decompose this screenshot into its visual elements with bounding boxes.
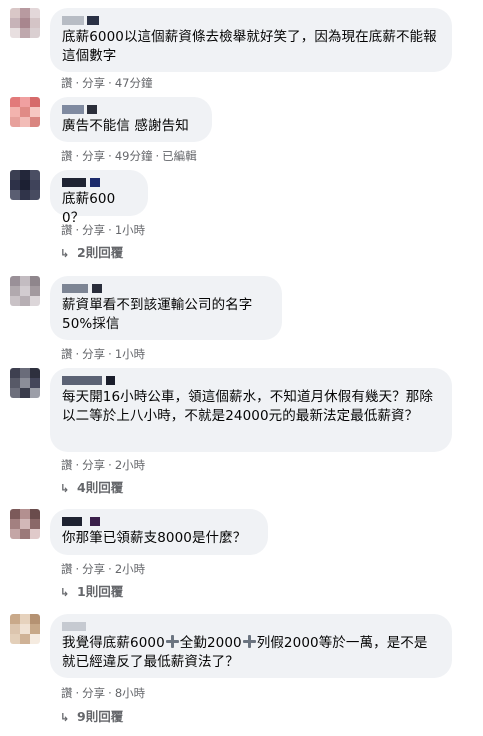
avatar[interactable] (10, 170, 40, 200)
comment-time[interactable]: 2小時 (115, 458, 145, 472)
comment-text: 你那筆已領薪支8000是什麼？ (62, 530, 247, 546)
reply-arrow-icon: ↳ (60, 711, 70, 724)
like-link[interactable]: 讚 (61, 562, 73, 576)
commenter-name[interactable] (62, 283, 270, 294)
heavy-plus-icon (242, 635, 256, 648)
comment-bubble: 你那筆已領薪支8000是什麼？ (50, 509, 268, 555)
like-link[interactable]: 讚 (61, 223, 73, 237)
comment-text: 底薪6000以這個薪資條去檢舉就好笑了，因為現在底薪不能報這個數字 (62, 29, 437, 64)
avatar[interactable] (10, 8, 40, 38)
share-link[interactable]: 分享 (82, 347, 105, 361)
comment-actions: 讚 · 分享 · 1小時 (61, 347, 146, 361)
reply-arrow-icon: ↳ (60, 482, 70, 495)
comment-bubble: 底薪6000以這個薪資條去檢舉就好笑了，因為現在底薪不能報這個數字 (50, 8, 452, 72)
comment-bubble: 每天開16小時公車，領這個薪水，不知道月休假有幾天？那除以二等於上八小時，不就是… (50, 368, 452, 452)
comment-bubble: 廣告不能信 感謝告知 (50, 97, 212, 142)
comment-bubble: 我覺得底薪6000 全勤2000 列假2000等於一萬，是不是就已經違反了最低薪資法… (50, 614, 452, 678)
comment-actions: 讚 · 分享 · 49分鐘 · 已編輯 (61, 149, 197, 163)
comment-time[interactable]: 47分鐘 (115, 76, 153, 90)
avatar[interactable] (10, 614, 40, 644)
reply-arrow-icon: ↳ (60, 247, 70, 260)
avatar[interactable] (10, 368, 40, 398)
comment-actions: 讚 · 分享 · 2小時 (61, 562, 146, 576)
edited-label[interactable]: 已編輯 (162, 149, 197, 163)
comment-time[interactable]: 1小時 (115, 223, 145, 237)
comment-bubble: 薪資單看不到該運輸公司的名字 50%採信 (50, 276, 282, 340)
comment-text: 廣告不能信 感謝告知 (62, 118, 189, 134)
like-link[interactable]: 讚 (61, 149, 73, 163)
comment-time[interactable]: 2小時 (115, 562, 145, 576)
like-link[interactable]: 讚 (61, 76, 73, 90)
comment-time[interactable]: 1小時 (115, 347, 145, 361)
comment-text: 薪資單看不到該運輸公司的名字 50%採信 (62, 297, 253, 332)
share-link[interactable]: 分享 (82, 223, 105, 237)
share-link[interactable]: 分享 (82, 458, 105, 472)
view-replies-link[interactable]: ↳ 9則回覆 (60, 709, 123, 726)
commenter-name[interactable] (62, 375, 440, 386)
like-link[interactable]: 讚 (61, 347, 73, 361)
comment-actions: 讚 · 分享 · 8小時 (61, 686, 146, 700)
avatar[interactable] (10, 509, 40, 539)
comment-actions: 讚 · 分享 · 47分鐘 (61, 76, 153, 90)
comment-text: 每天開16小時公車，領這個薪水，不知道月休假有幾天？那除以二等於上八小時，不就是… (62, 389, 433, 424)
like-link[interactable]: 讚 (61, 458, 73, 472)
comment-actions: 讚 · 分享 · 1小時 (61, 223, 146, 237)
comment-bubble: 底薪6000？ (50, 170, 148, 226)
heavy-plus-icon (165, 635, 179, 648)
commenter-name[interactable] (62, 621, 440, 632)
like-link[interactable]: 讚 (61, 686, 73, 700)
comment-time[interactable]: 49分鐘 (115, 149, 153, 163)
share-link[interactable]: 分享 (82, 562, 105, 576)
commenter-name[interactable] (62, 177, 136, 188)
reply-arrow-icon: ↳ (60, 586, 70, 599)
view-replies-link[interactable]: ↳ 2則回覆 (60, 245, 123, 262)
share-link[interactable]: 分享 (82, 686, 105, 700)
commenter-name[interactable] (62, 516, 256, 527)
comment-actions: 讚 · 分享 · 2小時 (61, 458, 146, 472)
commenter-name[interactable] (62, 104, 200, 115)
avatar[interactable] (10, 97, 40, 127)
view-replies-link[interactable]: ↳ 1則回覆 (60, 584, 123, 601)
view-replies-link[interactable]: ↳ 4則回覆 (60, 480, 123, 497)
avatar[interactable] (10, 276, 40, 306)
share-link[interactable]: 分享 (82, 76, 105, 90)
share-link[interactable]: 分享 (82, 149, 105, 163)
comment-time[interactable]: 8小時 (115, 686, 145, 700)
comment-text: 我覺得底薪6000 全勤2000 列假2000等於一萬，是不是就已經違反了最低薪資法… (62, 635, 428, 670)
commenter-name[interactable] (62, 15, 440, 26)
